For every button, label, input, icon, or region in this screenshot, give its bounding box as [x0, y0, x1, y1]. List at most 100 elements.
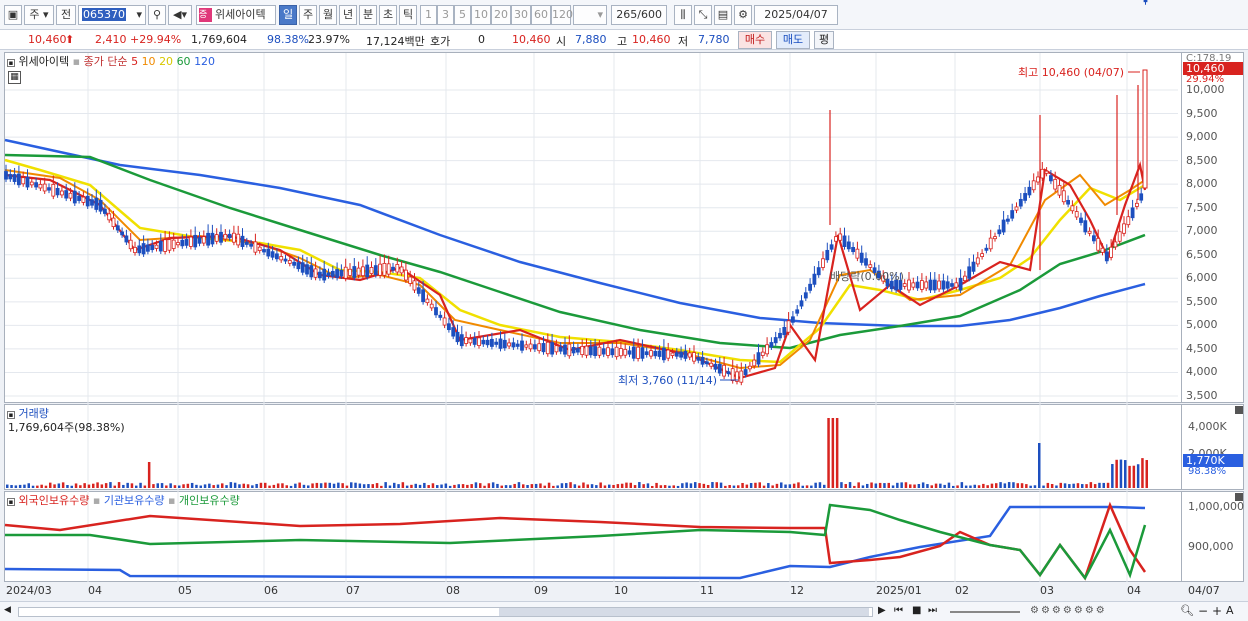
x-label-09: 09 [534, 584, 548, 597]
tool-icons[interactable]: ⚙⚙⚙⚙⚙⚙⚙ [1030, 605, 1107, 616]
candle-body [623, 348, 628, 356]
volume-bar [225, 485, 228, 488]
candle-body [180, 239, 185, 247]
candle-body [851, 246, 855, 253]
volume-bar [14, 485, 18, 488]
candle-body [662, 347, 666, 361]
volume-bar [724, 485, 727, 488]
candle-body [434, 307, 438, 316]
volume-bar [595, 485, 598, 488]
volume-bar [474, 482, 478, 488]
close-box-icon[interactable]: ▪ [7, 498, 15, 506]
candle-body [520, 340, 524, 351]
candle-body [399, 266, 404, 274]
candle-body [94, 197, 99, 210]
institution-holding-label[interactable]: 기관보유수량 [104, 494, 165, 507]
stock-chart[interactable]: 최고 10,460 (04/07) 최저 3,760 (11/14) 배당락(0.0… [0, 0, 1248, 621]
volume-bar [1136, 464, 1140, 488]
panel-close-icon[interactable] [1235, 406, 1243, 414]
foreign-holding-label[interactable]: 외국인보유수량 [19, 494, 90, 507]
candle-body [1018, 198, 1023, 207]
volume-bar [186, 483, 190, 488]
holding-legend: ▪ 외국인보유수량 ▪ 기관보유수량 ▪ 개인보유수량 [7, 492, 240, 508]
volume-bar [345, 485, 349, 488]
candle-body [214, 234, 219, 242]
candle-body [1049, 175, 1053, 182]
candle-body [1023, 193, 1027, 201]
candle-body [1096, 237, 1101, 251]
zoom-out-icon[interactable]: 🔍︎ [1180, 604, 1194, 617]
volume-bar [913, 484, 916, 488]
volume-bar [453, 484, 456, 488]
candle-body [249, 243, 254, 247]
candle-body [468, 338, 473, 344]
volume-bar [216, 484, 220, 488]
zoom-slider[interactable] [950, 611, 1020, 613]
volume-bar [1016, 483, 1019, 488]
volume-bar [1119, 459, 1123, 488]
volume-bar [956, 485, 959, 488]
volume-bar [354, 482, 357, 488]
volume-bar [319, 483, 323, 488]
volume-bar [410, 484, 413, 488]
play-icon[interactable]: ▶ [878, 605, 886, 616]
candle-body [1014, 206, 1019, 211]
table-icon[interactable]: ▦ [8, 71, 21, 84]
volume-bar [582, 482, 585, 488]
volume-bar [384, 482, 387, 488]
ma-120-label[interactable]: 120 [194, 55, 215, 68]
candle-body [1036, 176, 1040, 183]
stop-icon[interactable]: ■ [912, 605, 921, 616]
forward-icon[interactable]: ⏭ [928, 605, 937, 616]
volume-bar [315, 482, 319, 488]
candle-body [274, 253, 279, 260]
candle-body [1139, 193, 1144, 201]
font-size-icon[interactable]: A [1226, 604, 1234, 617]
volume-bar [350, 482, 353, 488]
volume-bar [526, 485, 529, 488]
candle-body [1087, 230, 1092, 234]
volume-bar [466, 484, 469, 488]
candle-body [937, 280, 941, 290]
candle-body [167, 239, 172, 251]
close-box-icon[interactable]: ▪ [7, 59, 15, 67]
price-tick-label: 7,000 [1186, 224, 1218, 238]
ma-60-label[interactable]: 60 [177, 55, 191, 68]
scroll-left-icon[interactable]: ◀ [4, 605, 16, 619]
candle-body [963, 275, 967, 282]
ma-5-label[interactable]: 5 [131, 55, 138, 68]
panel-close-icon[interactable] [1235, 493, 1243, 501]
plus-icon[interactable]: + [1212, 604, 1222, 618]
candle-body [51, 184, 56, 197]
volume-bar [943, 484, 946, 488]
candle-body [313, 268, 318, 278]
candle-body [120, 231, 124, 236]
candle-body [481, 339, 486, 345]
close-box-icon[interactable]: ▪ [7, 411, 15, 419]
volume-bar [49, 482, 52, 488]
candle-body [588, 346, 593, 356]
scrollbar-track[interactable] [18, 607, 873, 617]
minus-icon[interactable]: − [1198, 604, 1208, 618]
price-tick-label: 3,500 [1186, 389, 1218, 402]
volume-bar [784, 484, 787, 488]
rewind-icon[interactable]: ⏮ [894, 605, 903, 616]
candle-body [305, 264, 309, 275]
volume-bar [672, 485, 675, 488]
candle-body [795, 309, 800, 314]
candle-body [760, 351, 765, 356]
candle-body [1126, 216, 1131, 226]
candle-body [786, 320, 791, 333]
ma-20-label[interactable]: 20 [159, 55, 173, 68]
volume-bar [909, 484, 912, 488]
individual-holding-label[interactable]: 개인보유수량 [179, 494, 240, 507]
scrollbar-thumb[interactable] [499, 608, 869, 616]
volume-bar [1093, 484, 1097, 488]
volume-bar [530, 484, 534, 488]
volume-bar [1115, 459, 1118, 488]
ma-10-label[interactable]: 10 [142, 55, 156, 68]
candle-body [984, 247, 989, 251]
x-label-02: 02 [955, 584, 969, 597]
candle-body [489, 338, 494, 347]
volume-bar [87, 484, 91, 488]
